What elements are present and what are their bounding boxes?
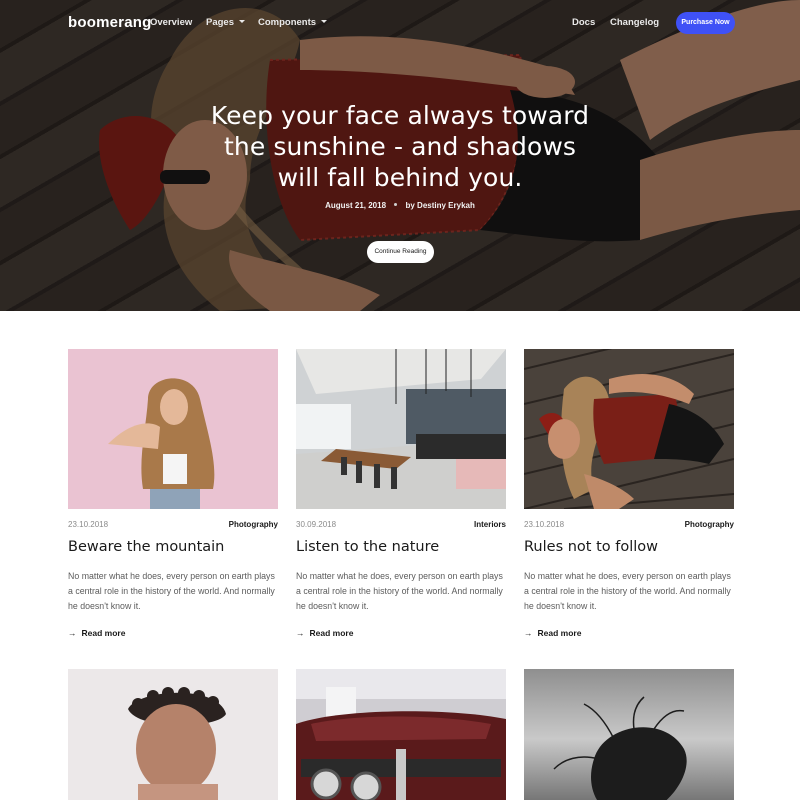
hero-section: boomerang Overview Pages Components Docs… xyxy=(0,0,800,311)
post-image[interactable] xyxy=(296,349,506,509)
nav-item-pages-label: Pages xyxy=(206,17,234,28)
nav-item-overview[interactable]: Overview xyxy=(150,17,192,28)
arrow-right-icon: → xyxy=(68,628,77,638)
post-image[interactable] xyxy=(68,349,278,509)
purchase-now-button[interactable]: Purchase Now xyxy=(676,12,735,34)
post-photo-woman-on-deck xyxy=(524,349,734,509)
nav-item-pages[interactable]: Pages xyxy=(206,17,245,28)
post-excerpt: No matter what he does, every person on … xyxy=(524,571,731,611)
post-category[interactable]: Interiors xyxy=(474,520,506,529)
post-card: 23.10.2018 Photography Rules not to foll… xyxy=(524,349,734,649)
post-title[interactable]: Beware the mountain xyxy=(68,539,224,555)
arrow-right-icon: → xyxy=(296,628,305,638)
nav-item-docs[interactable]: Docs xyxy=(572,17,595,28)
post-image[interactable] xyxy=(296,669,506,800)
post-image[interactable] xyxy=(68,669,278,800)
post-category[interactable]: Photography xyxy=(685,520,734,529)
hero-date: August 21, 2018 xyxy=(325,201,387,210)
page: boomerang Overview Pages Components Docs… xyxy=(0,0,800,800)
post-category[interactable]: Photography xyxy=(229,520,278,529)
nav-item-changelog[interactable]: Changelog xyxy=(610,17,659,28)
post-title[interactable]: Rules not to follow xyxy=(524,539,658,555)
read-more-link[interactable]: → Read more xyxy=(524,628,581,638)
chevron-down-icon xyxy=(321,20,328,23)
read-more-label: Read more xyxy=(81,628,126,638)
post-card: 30.09.2018 Interiors Listen to the natur… xyxy=(296,349,506,649)
post-image[interactable] xyxy=(524,349,734,509)
post-date: 30.09.2018 xyxy=(296,520,337,529)
top-navbar: boomerang Overview Pages Components Docs… xyxy=(0,0,800,46)
read-more-label: Read more xyxy=(537,628,582,638)
post-photo-classic-car xyxy=(296,669,506,800)
hero-title: Keep your face always toward the sunshin… xyxy=(200,100,600,193)
continue-reading-button[interactable]: Continue Reading xyxy=(367,241,434,263)
post-photo-man-dreadlocks xyxy=(68,669,278,800)
hero-title-line: will fall behind you. xyxy=(277,163,523,192)
hero-meta: August 21, 2018 by Destiny Erykah xyxy=(200,201,600,210)
post-photo-woman-curly-hair xyxy=(68,349,278,509)
post-excerpt: No matter what he does, every person on … xyxy=(68,571,275,611)
post-photo-kitchen-interior xyxy=(296,349,506,509)
read-more-link[interactable]: → Read more xyxy=(296,628,353,638)
read-more-label: Read more xyxy=(309,628,354,638)
post-date: 23.10.2018 xyxy=(68,520,109,529)
hero-title-line: the sunshine - and shadows xyxy=(223,132,577,161)
post-photo-woman-wind-bw xyxy=(524,669,734,800)
separator-dot-icon xyxy=(394,203,398,206)
post-card: 23.10.2018 Photography Beware the mounta… xyxy=(68,349,278,649)
post-title[interactable]: Listen to the nature xyxy=(296,539,439,555)
hero-author[interactable]: by Destiny Erykah xyxy=(406,201,475,210)
post-date: 23.10.2018 xyxy=(524,520,565,529)
post-image[interactable] xyxy=(524,669,734,800)
arrow-right-icon: → xyxy=(524,628,533,638)
post-excerpt: No matter what he does, every person on … xyxy=(296,571,503,611)
chevron-down-icon xyxy=(239,20,245,23)
nav-item-components[interactable]: Components xyxy=(258,17,328,28)
hero-title-line: Keep your face always toward xyxy=(210,101,590,130)
brand-logo[interactable]: boomerang xyxy=(68,14,151,31)
read-more-link[interactable]: → Read more xyxy=(68,628,125,638)
nav-item-components-label: Components xyxy=(258,17,317,28)
